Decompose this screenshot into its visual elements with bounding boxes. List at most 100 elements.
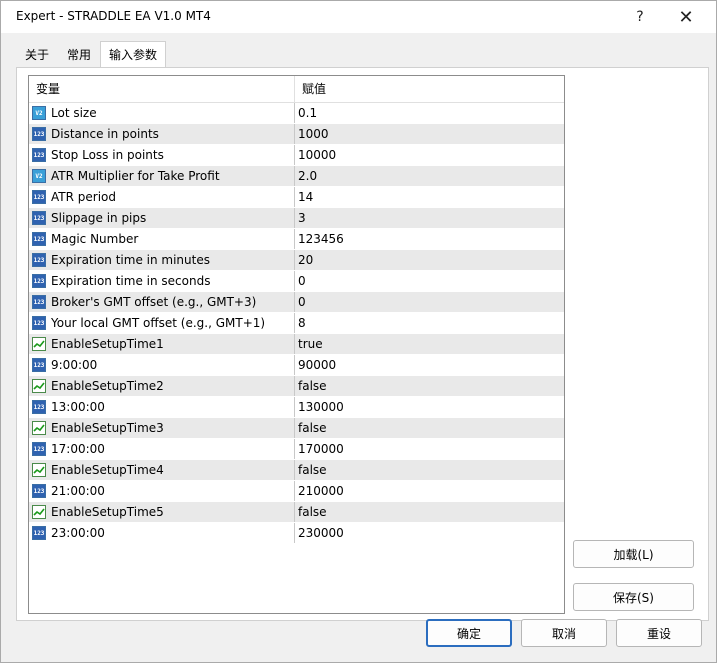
variable-name: 23:00:00: [51, 526, 105, 540]
cancel-button[interactable]: 取消: [521, 619, 607, 647]
variable-name: Your local GMT offset (e.g., GMT+1): [51, 316, 266, 330]
table-row[interactable]: EnableSetupTime3 false: [29, 418, 564, 439]
value-cell[interactable]: 170000: [295, 439, 564, 459]
value-cell[interactable]: 130000: [295, 397, 564, 417]
value-cell[interactable]: 1000: [295, 124, 564, 144]
table-row[interactable]: 123 17:00:00 170000: [29, 439, 564, 460]
value-cell[interactable]: 0: [295, 292, 564, 312]
int-type-icon: 123: [32, 211, 46, 225]
value-cell[interactable]: 230000: [295, 523, 564, 543]
table-row[interactable]: EnableSetupTime4 false: [29, 460, 564, 481]
variable-cell: V2 Lot size: [29, 103, 295, 123]
variable-cell: 123 13:00:00: [29, 397, 295, 417]
tab-bar: 关于 常用 输入参数: [16, 41, 167, 68]
value-cell[interactable]: true: [295, 334, 564, 354]
value-cell[interactable]: 10000: [295, 145, 564, 165]
int-type-icon: 123: [32, 148, 46, 162]
variable-cell: EnableSetupTime5: [29, 502, 295, 522]
variable-cell: 123 Distance in points: [29, 124, 295, 144]
table-row[interactable]: EnableSetupTime1 true: [29, 334, 564, 355]
table-row[interactable]: 123 13:00:00 130000: [29, 397, 564, 418]
int-type-icon: 123: [32, 400, 46, 414]
variable-name: Slippage in pips: [51, 211, 147, 225]
variable-name: EnableSetupTime1: [51, 337, 164, 351]
table-row[interactable]: V2 ATR Multiplier for Take Profit 2.0: [29, 166, 564, 187]
table-row[interactable]: 123 23:00:00 230000: [29, 523, 564, 544]
table-row[interactable]: EnableSetupTime5 false: [29, 502, 564, 523]
table-row[interactable]: 123 Broker's GMT offset (e.g., GMT+3) 0: [29, 292, 564, 313]
table-row[interactable]: 123 Stop Loss in points 10000: [29, 145, 564, 166]
value-cell[interactable]: 2.0: [295, 166, 564, 186]
int-type-icon: 123: [32, 274, 46, 288]
value-cell[interactable]: false: [295, 376, 564, 396]
int-type-icon: 123: [32, 295, 46, 309]
value-cell[interactable]: 0: [295, 271, 564, 291]
load-button[interactable]: 加载(L): [573, 540, 694, 568]
int-type-icon: 123: [32, 526, 46, 540]
window-title: Expert - STRADDLE EA V1.0 MT4: [16, 9, 211, 23]
parameters-grid[interactable]: 变量 赋值 V2 Lot size 0.1 123 Distance in points…: [28, 75, 565, 614]
value-cell[interactable]: false: [295, 502, 564, 522]
bool-type-icon: [32, 505, 46, 519]
value-cell[interactable]: 0.1: [295, 103, 564, 123]
tab-inputs[interactable]: 输入参数: [100, 41, 167, 68]
table-row[interactable]: 123 21:00:00 210000: [29, 481, 564, 502]
value-cell[interactable]: 14: [295, 187, 564, 207]
int-type-icon: 123: [32, 484, 46, 498]
variable-name: EnableSetupTime5: [51, 505, 164, 519]
variable-name: Stop Loss in points: [51, 148, 164, 162]
tab-about[interactable]: 关于: [16, 43, 58, 67]
bool-type-icon: [32, 337, 46, 351]
header-value[interactable]: 赋值: [295, 76, 564, 102]
tab-common[interactable]: 常用: [58, 43, 100, 67]
variable-name: 21:00:00: [51, 484, 105, 498]
table-row[interactable]: 123 Your local GMT offset (e.g., GMT+1) 8: [29, 313, 564, 334]
variable-name: Broker's GMT offset (e.g., GMT+3): [51, 295, 257, 309]
table-row[interactable]: 123 ATR period 14: [29, 187, 564, 208]
int-type-icon: 123: [32, 316, 46, 330]
value-cell[interactable]: false: [295, 460, 564, 480]
ok-button[interactable]: 确定: [426, 619, 512, 647]
int-type-icon: 123: [32, 442, 46, 456]
variable-cell: EnableSetupTime2: [29, 376, 295, 396]
variable-name: ATR Multiplier for Take Profit: [51, 169, 220, 183]
value-cell[interactable]: 20: [295, 250, 564, 270]
help-icon[interactable]: ?: [617, 1, 663, 33]
close-icon[interactable]: ✕: [663, 1, 709, 33]
variable-cell: 123 17:00:00: [29, 439, 295, 459]
variable-name: Lot size: [51, 106, 97, 120]
title-bar[interactable]: Expert - STRADDLE EA V1.0 MT4 ? ✕: [1, 1, 716, 33]
bool-type-icon: [32, 463, 46, 477]
variable-cell: 123 Expiration time in minutes: [29, 250, 295, 270]
bool-type-icon: [32, 421, 46, 435]
int-type-icon: 123: [32, 253, 46, 267]
variable-name: 17:00:00: [51, 442, 105, 456]
table-row[interactable]: EnableSetupTime2 false: [29, 376, 564, 397]
value-cell[interactable]: 123456: [295, 229, 564, 249]
table-row[interactable]: 123 Magic Number 123456: [29, 229, 564, 250]
header-variable[interactable]: 变量: [29, 76, 295, 102]
grid-rows: V2 Lot size 0.1 123 Distance in points 1000 12…: [29, 103, 564, 544]
save-button[interactable]: 保存(S): [573, 583, 694, 611]
table-row[interactable]: 123 Distance in points 1000: [29, 124, 564, 145]
variable-cell: EnableSetupTime4: [29, 460, 295, 480]
value-cell[interactable]: false: [295, 418, 564, 438]
table-row[interactable]: 123 Expiration time in minutes 20: [29, 250, 564, 271]
variable-cell: 123 Your local GMT offset (e.g., GMT+1): [29, 313, 295, 333]
variable-cell: 123 Magic Number: [29, 229, 295, 249]
variable-cell: 123 Slippage in pips: [29, 208, 295, 228]
table-row[interactable]: 123 Slippage in pips 3: [29, 208, 564, 229]
variable-cell: 123 Stop Loss in points: [29, 145, 295, 165]
int-type-icon: 123: [32, 358, 46, 372]
table-row[interactable]: 123 Expiration time in seconds 0: [29, 271, 564, 292]
table-row[interactable]: V2 Lot size 0.1: [29, 103, 564, 124]
value-cell[interactable]: 90000: [295, 355, 564, 375]
variable-cell: V2 ATR Multiplier for Take Profit: [29, 166, 295, 186]
value-cell[interactable]: 210000: [295, 481, 564, 501]
reset-button[interactable]: 重设: [616, 619, 702, 647]
table-row[interactable]: 123 9:00:00 90000: [29, 355, 564, 376]
value-cell[interactable]: 8: [295, 313, 564, 333]
value-cell[interactable]: 3: [295, 208, 564, 228]
variable-name: Expiration time in minutes: [51, 253, 210, 267]
variable-name: Expiration time in seconds: [51, 274, 211, 288]
